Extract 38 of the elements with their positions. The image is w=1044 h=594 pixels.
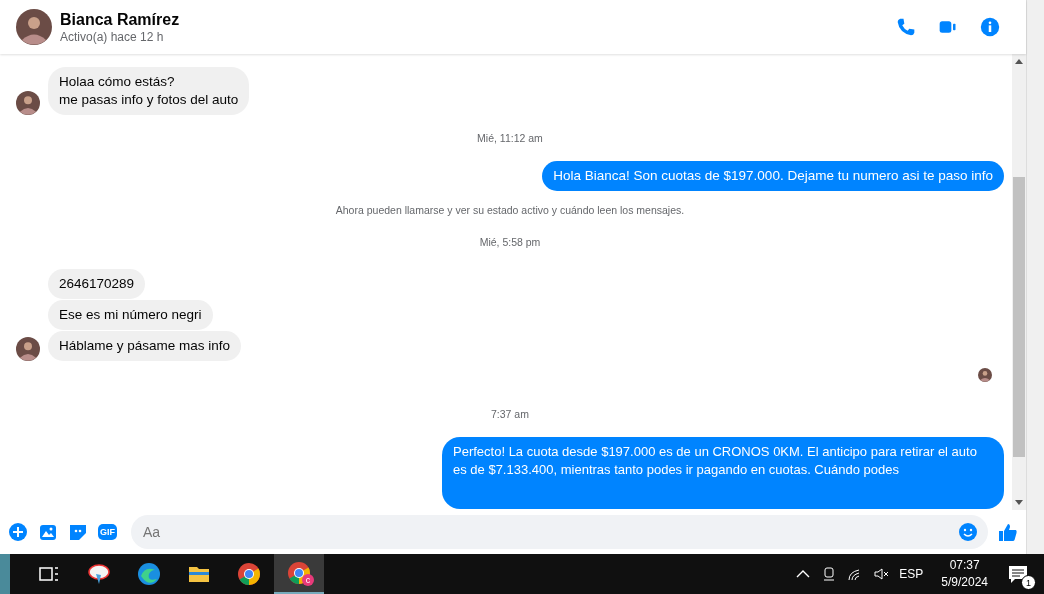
timestamp: Mié, 11:12 am [476, 132, 544, 144]
scroll-up-icon[interactable] [1015, 59, 1023, 64]
avatar [16, 337, 40, 361]
avatar [978, 368, 992, 382]
contact-name: Bianca Ramírez [60, 10, 180, 29]
system-notice: Ahora pueden llamarse y ver su estado activo y cuándo leen los mensajes. [334, 204, 686, 216]
message-bubble: 2646170289 [48, 269, 146, 299]
image-icon[interactable] [38, 522, 58, 542]
scroll-down-icon[interactable] [1015, 500, 1023, 505]
muted-speaker-icon[interactable] [873, 566, 890, 582]
active-status: Activo(a) hace 12 h [60, 29, 165, 44]
avatar [16, 9, 52, 45]
emoji-icon[interactable] [958, 522, 978, 542]
gif-button[interactable]: GIF [98, 524, 117, 540]
chrome-icon [237, 562, 261, 586]
browser-icon [137, 562, 161, 586]
notification-count: 1 [1021, 575, 1036, 590]
clock-date[interactable]: 5/9/2024 [941, 574, 988, 591]
phone-icon[interactable] [896, 17, 916, 37]
timestamp: 7:37 am [490, 408, 530, 420]
message-bubble: Háblame y pásame mas info [48, 331, 242, 361]
thumbs-up-icon[interactable] [998, 522, 1018, 542]
scrollbar-thumb[interactable] [1013, 177, 1025, 457]
sticker-icon[interactable] [68, 522, 88, 542]
message-bubble: Hola Bianca! Son cuotas de $197.000. Dejame tu numero asi te paso info [542, 161, 1004, 191]
message-input[interactable]: Aa [141, 523, 958, 541]
message-bubble: Holaa cómo estás? me pasas info y fotos del auto [48, 67, 250, 115]
avatar [16, 91, 40, 115]
taskbar-app[interactable]: c [274, 554, 324, 594]
message-bubble: Perfecto! La cuota desde $197.000 es de un CRONOS 0KM. El anticipo para retirar el auto es de $7.133.400, mientras tanto podes ir pagando en cuotas. Cuándo podes [442, 437, 1004, 509]
message-field[interactable]: Aa [131, 515, 988, 549]
message-bubble: Ese es mi número negri [48, 300, 213, 330]
plus-icon[interactable] [8, 522, 28, 542]
language-indicator[interactable]: ESP [899, 567, 924, 581]
profile-badge: c [302, 574, 314, 586]
info-icon[interactable] [980, 17, 1000, 37]
timestamp: Mié, 5:58 pm [478, 236, 542, 248]
clock-time[interactable]: 07:37 [949, 557, 980, 574]
